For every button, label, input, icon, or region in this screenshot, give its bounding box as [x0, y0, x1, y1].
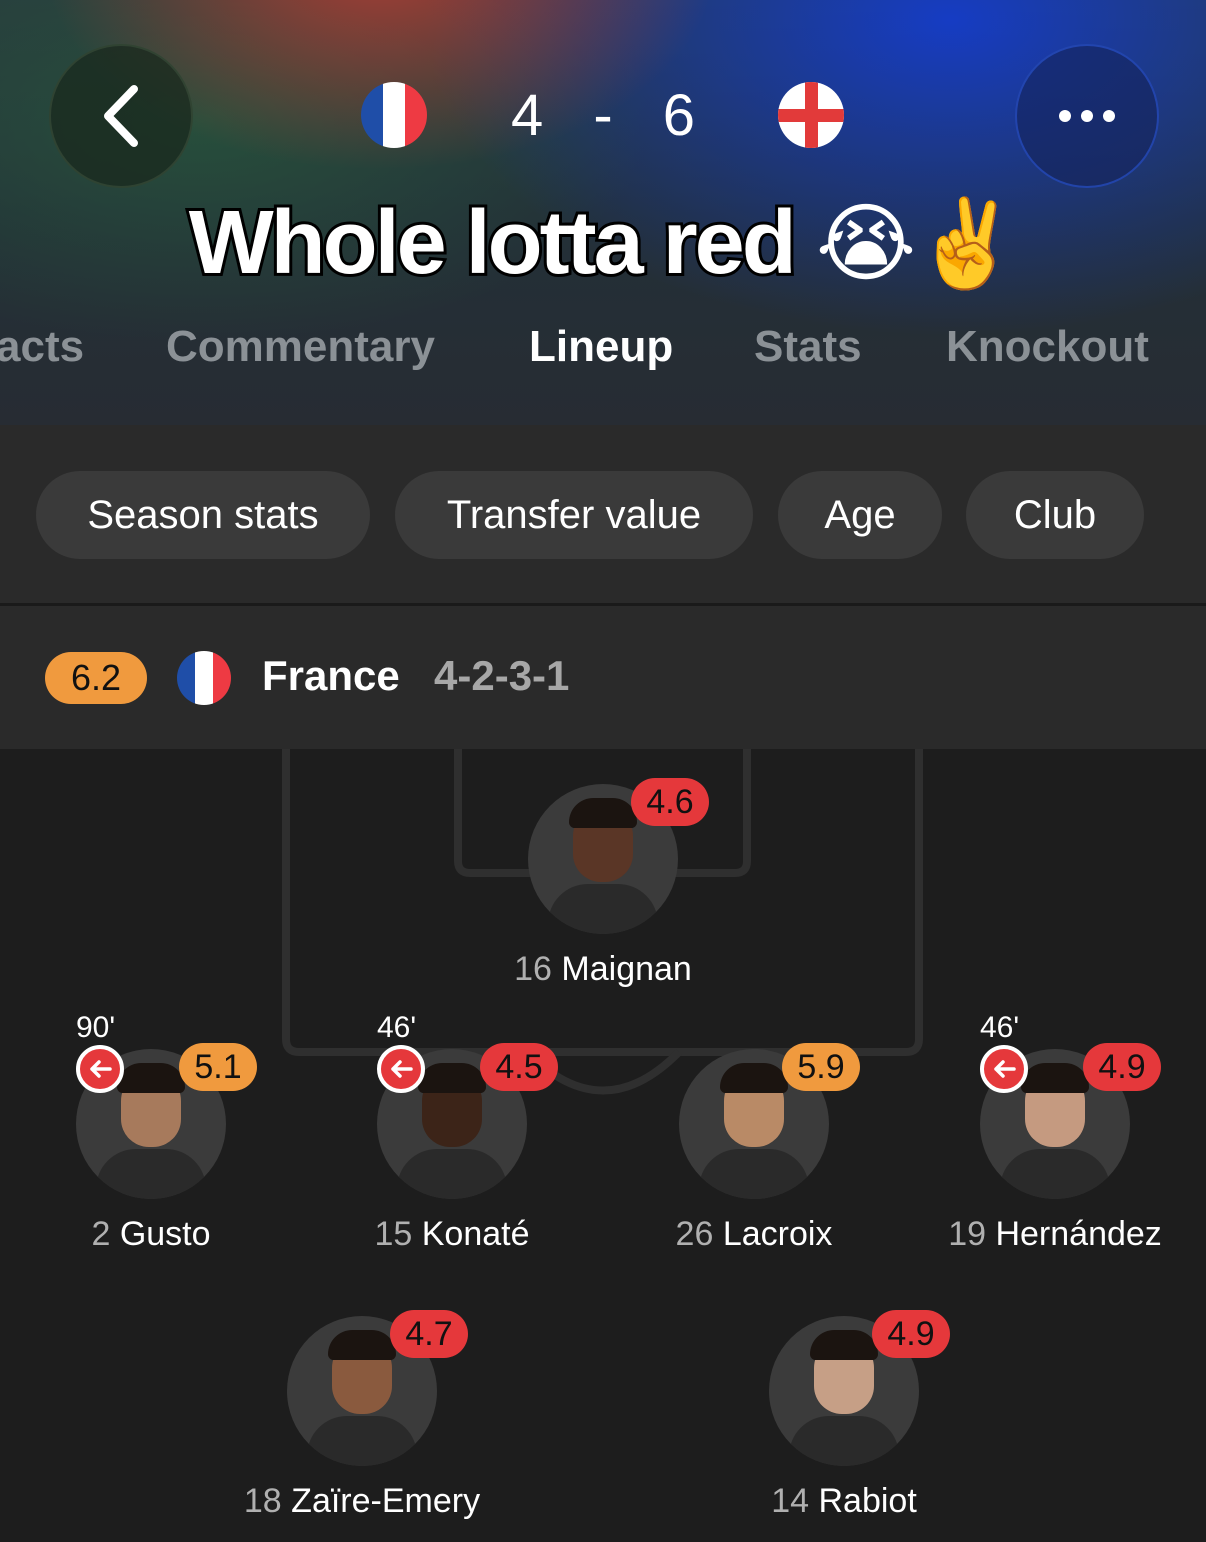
player-card[interactable]: 4.9 14 Rabiot — [694, 1266, 994, 1520]
tab-commentary[interactable]: Commentary — [166, 322, 435, 372]
player-surname: Maignan — [561, 950, 692, 988]
player-number: 15 — [374, 1215, 413, 1253]
home-score: 4 — [510, 83, 548, 148]
substituted-out-icon — [377, 1045, 425, 1093]
player-rating-badge: 4.6 — [631, 778, 709, 826]
score-separator: - — [593, 83, 617, 148]
player-surname: Zaïre-Emery — [291, 1482, 481, 1520]
player-card[interactable]: 4.6 16 Maignan — [453, 734, 753, 988]
player-name: 19 Hernández — [905, 1215, 1205, 1254]
substitution-minute: 46' — [980, 1011, 1020, 1044]
england-flag-icon — [778, 82, 844, 148]
player-rating-badge: 4.5 — [480, 1043, 558, 1091]
more-options-button[interactable] — [1015, 44, 1159, 188]
player-name: 15 Konaté — [302, 1215, 602, 1254]
player-rating-badge: 5.1 — [179, 1043, 257, 1091]
match-score: 4 - 6 — [500, 82, 710, 149]
filter-age[interactable]: Age — [778, 471, 942, 559]
player-number: 18 — [243, 1482, 282, 1520]
tab-facts[interactable]: acts — [0, 322, 84, 372]
player-name: 2 Gusto — [1, 1215, 301, 1254]
player-name: 26 Lacroix — [604, 1215, 904, 1254]
tab-lineup[interactable]: Lineup — [529, 322, 673, 372]
team-formation: 4-2-3-1 — [434, 652, 570, 699]
caption-text: Whole lotta red — [186, 190, 800, 296]
player-card[interactable]: 5.9 26 Lacroix — [604, 999, 904, 1253]
france-flag-icon — [361, 82, 427, 148]
match-tabs: acts Commentary Lineup Stats Knockout — [0, 322, 1206, 382]
tab-stats[interactable]: Stats — [754, 322, 862, 372]
player-surname: Hernández — [995, 1215, 1162, 1253]
player-number: 16 — [514, 950, 552, 988]
filter-season-stats[interactable]: Season stats — [36, 471, 370, 559]
lineup-filters: Season stats Transfer value Age Club — [0, 425, 1206, 603]
pitch: 4.6 16 Maignan 90' 5.1 2 Gusto 46' 4.5 1… — [0, 749, 1206, 1542]
player-name: 18 Zaïre-Emery — [212, 1482, 512, 1521]
player-rating-badge: 4.9 — [1083, 1043, 1161, 1091]
team-rating-badge: 6.2 — [45, 652, 147, 704]
match-header: 4 - 6 Whole lotta red 😭✌️ acts Commentar… — [0, 0, 1206, 425]
player-number: 2 — [91, 1215, 111, 1253]
player-card[interactable]: 4.7 18 Zaïre-Emery — [212, 1266, 512, 1520]
back-button[interactable] — [49, 44, 193, 188]
player-number: 26 — [675, 1215, 714, 1253]
player-rating-badge: 4.7 — [390, 1310, 468, 1358]
substituted-out-icon — [76, 1045, 124, 1093]
more-horizontal-icon — [1059, 110, 1115, 122]
team-header: 6.2 France 4-2-3-1 — [0, 606, 1206, 749]
away-score: 6 — [662, 83, 700, 148]
player-card[interactable]: 46' 4.5 15 Konaté — [302, 999, 602, 1253]
player-number: 19 — [948, 1215, 987, 1253]
france-flag-icon — [177, 651, 231, 705]
filter-transfer-value[interactable]: Transfer value — [395, 471, 753, 559]
filter-club[interactable]: Club — [966, 471, 1144, 559]
player-surname: Gusto — [119, 1215, 211, 1253]
substituted-out-icon — [980, 1045, 1028, 1093]
player-name: 14 Rabiot — [694, 1482, 994, 1521]
player-number: 14 — [771, 1482, 810, 1520]
caption-emojis: 😭✌️ — [815, 196, 1021, 292]
player-card[interactable]: 90' 5.1 2 Gusto — [1, 999, 301, 1253]
player-surname: Lacroix — [722, 1215, 833, 1253]
player-name: 16 Maignan — [453, 950, 753, 989]
chevron-left-icon — [104, 85, 138, 147]
player-rating-badge: 5.9 — [782, 1043, 860, 1091]
substitution-minute: 90' — [76, 1011, 116, 1044]
tab-knockout[interactable]: Knockout — [946, 322, 1149, 372]
player-surname: Rabiot — [818, 1482, 917, 1520]
substitution-minute: 46' — [377, 1011, 417, 1044]
player-surname: Konaté — [421, 1215, 530, 1253]
player-rating-badge: 4.9 — [872, 1310, 950, 1358]
overlay-caption: Whole lotta red 😭✌️ — [0, 190, 1206, 296]
player-card[interactable]: 46' 4.9 19 Hernández — [905, 999, 1205, 1253]
team-name: France — [262, 652, 400, 699]
